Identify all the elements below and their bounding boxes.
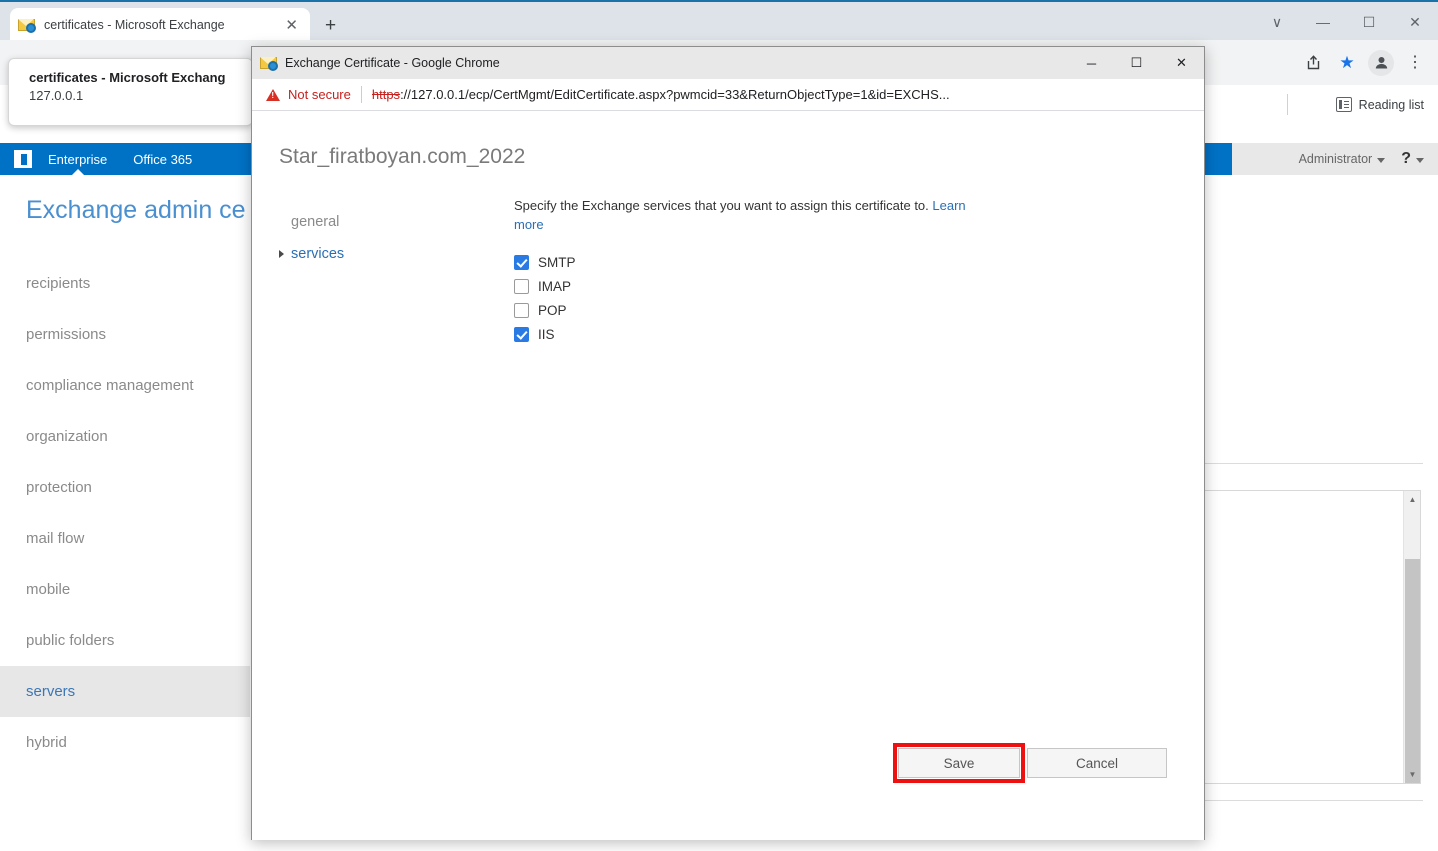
administrator-label: Administrator [1298,152,1373,166]
service-row-pop[interactable]: POP [514,298,1034,322]
save-button[interactable]: Save [898,748,1020,778]
detail-scrollbar[interactable]: ▲ ▼ [1403,491,1420,783]
not-secure-warning-icon [266,88,280,101]
dialog-window-controls: ─ ☐ ✕ [1069,47,1204,79]
certificate-name-heading: Star_firatboyan.com_2022 [279,145,526,168]
help-label: ? [1401,150,1411,167]
new-tab-button[interactable]: + [325,16,336,35]
dialog-content: Star_firatboyan.com_2022 general service… [252,111,1204,840]
service-label-iis: IIS [538,326,555,342]
exchange-envelope-gear-icon [18,17,36,33]
eac-sidebar: recipients permissions compliance manage… [0,258,250,768]
sidebar-item-compliance-management[interactable]: compliance management [0,360,250,411]
browser-toolbar-actions: ★ ⋮ [1298,40,1430,85]
tab-hover-tooltip: certificates - Microsoft Exchang 127.0.0… [8,58,253,126]
window-minimize-button[interactable]: — [1300,2,1346,42]
scroll-up-icon[interactable]: ▲ [1404,491,1420,508]
reading-list-button[interactable]: Reading list [1335,85,1424,124]
sidebar-item-public-folders[interactable]: public folders [0,615,250,666]
url-scheme: https [371,87,401,102]
office365-top-bar-right: Administrator ? [1232,143,1438,175]
service-label-smtp: SMTP [538,254,576,270]
dialog-nav-general[interactable]: general [279,206,469,238]
exchange-certificate-dialog: Exchange Certificate - Google Chrome ─ ☐… [251,46,1205,840]
bookmark-star-icon[interactable]: ★ [1332,48,1362,78]
sidebar-item-hybrid[interactable]: hybrid [0,717,250,768]
scrollbar-thumb[interactable] [1405,559,1420,783]
window-maximize-button[interactable]: ☐ [1346,2,1392,42]
dialog-url: https://127.0.0.1/ecp/CertMgmt/EditCerti… [372,87,950,102]
sidebar-item-recipients[interactable]: recipients [0,258,250,309]
address-bar-separator [360,86,362,103]
sidebar-item-organization[interactable]: organization [0,411,250,462]
office365-nav: Enterprise Office 365 [46,143,194,175]
browser-tab-title: certificates - Microsoft Exchange [44,18,225,32]
dialog-close-button[interactable]: ✕ [1159,47,1204,79]
sidebar-item-permissions[interactable]: permissions [0,309,250,360]
tab-close-icon[interactable]: ✕ [281,18,302,33]
service-row-smtp[interactable]: SMTP [514,250,1034,274]
browser-tab[interactable]: certificates - Microsoft Exchange ✕ [10,8,310,42]
sidebar-item-servers[interactable]: servers [0,666,250,717]
checkbox-smtp[interactable] [514,254,529,270]
dialog-footer: Save Cancel [252,743,1204,783]
detail-pane-divider [1205,463,1423,464]
browser-window-controls: ∨ — ☐ ✕ [1254,2,1438,42]
service-label-pop: POP [538,302,567,318]
sidebar-item-mail-flow[interactable]: mail flow [0,513,250,564]
services-description-text: Specify the Exchange services that you w… [514,198,933,213]
service-label-imap: IMAP [538,278,572,294]
dialog-main-panel: Specify the Exchange services that you w… [514,196,1034,346]
exchange-envelope-gear-icon [260,55,278,71]
detail-pane-bottom-divider [1205,800,1423,801]
window-close-button[interactable]: ✕ [1392,2,1438,42]
service-row-iis[interactable]: IIS [514,322,1034,346]
services-checkbox-list: SMTP IMAP POP IIS [514,250,1034,346]
dialog-address-bar[interactable]: Not secure https://127.0.0.1/ecp/CertMgm… [252,79,1204,111]
nav-item-enterprise[interactable]: Enterprise [46,152,109,167]
administrator-menu[interactable]: Administrator [1299,152,1386,166]
services-description: Specify the Exchange services that you w… [514,196,984,234]
dialog-minimize-button[interactable]: ─ [1069,47,1114,79]
dialog-maximize-button[interactable]: ☐ [1114,47,1159,79]
dialog-title-bar: Exchange Certificate - Google Chrome ─ ☐… [252,47,1204,79]
screen-root: certificates - Microsoft Exchange ✕ + ∨ … [0,0,1438,851]
nav-item-office365[interactable]: Office 365 [131,152,194,167]
reading-list-icon [1335,97,1352,112]
checkbox-imap[interactable] [514,278,529,294]
checkbox-pop[interactable] [514,302,529,318]
tooltip-url: 127.0.0.1 [29,88,84,103]
url-rest: ://127.0.0.1/ecp/CertMgmt/EditCertificat… [400,87,950,102]
not-secure-label: Not secure [288,87,351,102]
dialog-side-nav: general services [279,206,469,270]
reading-list-label: Reading list [1358,97,1424,112]
scroll-down-icon[interactable]: ▼ [1404,766,1420,783]
tooltip-title: certificates - Microsoft Exchang [29,70,226,85]
sidebar-item-protection[interactable]: protection [0,462,250,513]
service-row-imap[interactable]: IMAP [514,274,1034,298]
cancel-button[interactable]: Cancel [1027,748,1167,778]
page-title: Exchange admin ce [26,196,246,224]
sidebar-item-mobile[interactable]: mobile [0,564,250,615]
bookmarks-separator [1287,94,1288,115]
tab-search-chevron-icon[interactable]: ∨ [1254,2,1300,42]
checkbox-iis[interactable] [514,326,529,342]
chevron-down-icon [1377,158,1386,163]
help-menu[interactable]: ? [1401,150,1424,168]
browser-menu-icon[interactable]: ⋮ [1400,48,1430,78]
dialog-nav-services[interactable]: services [279,238,469,270]
dialog-window-title: Exchange Certificate - Google Chrome [285,56,500,70]
chevron-down-icon [1416,158,1424,163]
office-waffle-icon[interactable] [14,150,32,168]
profile-avatar-icon[interactable] [1366,48,1396,78]
share-icon[interactable] [1298,48,1328,78]
browser-tab-strip: certificates - Microsoft Exchange ✕ + ∨ … [0,0,1438,42]
